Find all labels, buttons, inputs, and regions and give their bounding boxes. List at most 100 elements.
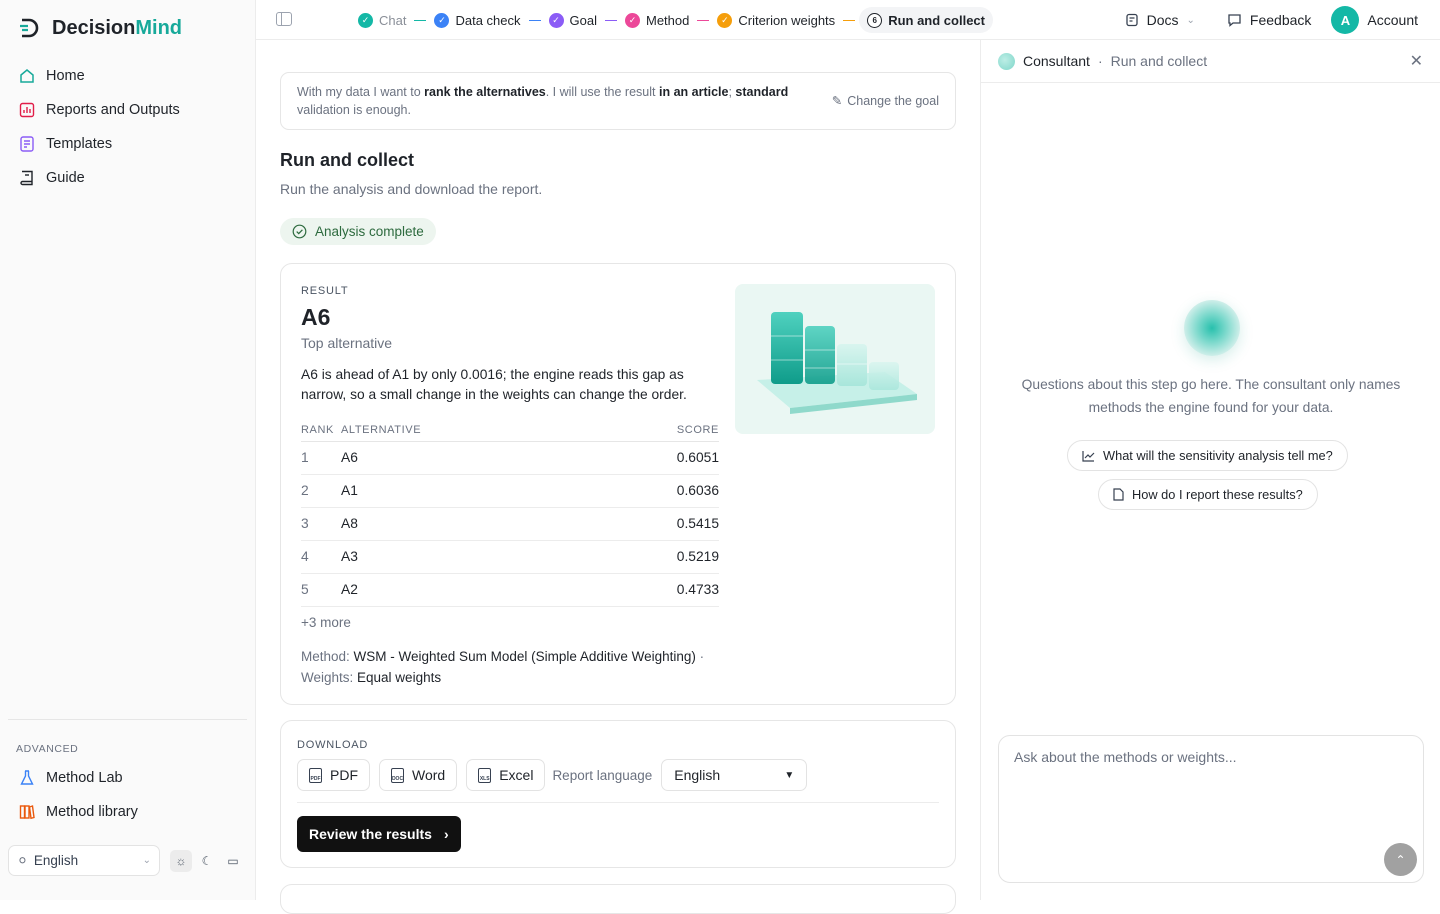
monitor-icon[interactable]: ▭ xyxy=(222,850,244,872)
nav-item-label: Method library xyxy=(46,804,138,820)
nav-item-guide[interactable]: Guide xyxy=(8,161,248,195)
suggestion-chip-report[interactable]: How do I report these results? xyxy=(1098,479,1318,510)
suggestion-chip-sensitivity[interactable]: What will the sensitivity analysis tell … xyxy=(1067,440,1348,471)
account-label: Account xyxy=(1367,12,1418,28)
brand-name: Decision xyxy=(52,16,136,39)
step-goal[interactable]: ✓ Goal xyxy=(545,7,601,33)
sun-icon[interactable]: ☼ xyxy=(170,849,192,872)
table-row: 4 A3 0.5219 xyxy=(301,540,719,574)
nav-item-method-lab[interactable]: Method Lab xyxy=(8,761,248,795)
table-header-row: RANK ALTERNATIVE SCORE xyxy=(301,419,719,442)
goal-text-part: . I will use the result xyxy=(545,85,659,99)
alternative-cell: A3 xyxy=(341,540,589,574)
nav-item-method-library[interactable]: Method library xyxy=(8,795,248,829)
score-cell: 0.6036 xyxy=(588,474,719,508)
send-button[interactable]: ⌃ xyxy=(1384,843,1417,876)
reports-icon xyxy=(19,102,35,118)
advanced-nav: Method Lab Method library xyxy=(8,761,248,829)
download-card: DOWNLOAD PDF PDF DOC Word XLS Excel Report … xyxy=(280,720,956,868)
step-label: Data check xyxy=(455,12,521,28)
more-alternatives-link[interactable]: +3 more xyxy=(301,615,351,630)
brand-logo[interactable]: DecisionMind xyxy=(18,16,182,40)
step-connector xyxy=(697,19,710,21)
goal-text-bold: standard xyxy=(735,85,789,99)
sidebar: DecisionMind Home Reports and Outputs Te… xyxy=(0,0,256,900)
step-label: Chat xyxy=(379,12,407,28)
arrow-up-icon: ⌃ xyxy=(1395,852,1406,867)
method-key: Method: xyxy=(301,649,354,664)
goal-text-part: With my data I want to xyxy=(297,85,425,99)
chevron-down-icon: ⌄ xyxy=(1186,14,1195,26)
chat-input[interactable]: Ask about the methods or weights... ⌃ xyxy=(998,735,1424,883)
step-run-and-collect[interactable]: 6 Run and collect xyxy=(859,7,993,33)
pdf-label: PDF xyxy=(330,767,358,783)
doc-file-icon: DOC xyxy=(391,767,404,783)
advanced-section-title: ADVANCED xyxy=(16,743,79,755)
step-criterion-weights[interactable]: ✓ Criterion weights xyxy=(713,7,839,33)
chart-line-icon xyxy=(1082,450,1095,462)
table-row: 2 A1 0.6036 xyxy=(301,474,719,508)
method-summary: Method: WSM - Weighted Sum Model (Simple… xyxy=(301,646,731,688)
nav-item-home[interactable]: Home xyxy=(8,59,248,93)
check-icon: ✓ xyxy=(624,12,640,28)
sidebar-toggle-icon[interactable] xyxy=(276,12,292,26)
step-label: Criterion weights xyxy=(738,12,836,28)
check-icon: ✓ xyxy=(434,12,450,28)
bar-chart-illustration xyxy=(735,284,935,434)
globe-icon: ⚪ xyxy=(17,852,28,868)
alternative-cell: A6 xyxy=(341,441,589,475)
language-select[interactable]: ⚪ English ⌄ xyxy=(8,845,160,876)
goal-text-part: validation is enough. xyxy=(297,103,411,117)
nav-item-templates[interactable]: Templates xyxy=(8,127,248,161)
sidebar-divider xyxy=(8,719,247,720)
xls-file-icon: XLS xyxy=(478,767,492,783)
step-connector xyxy=(528,19,541,21)
nav-item-reports[interactable]: Reports and Outputs xyxy=(8,93,248,127)
step-label: Method xyxy=(645,12,690,28)
download-word-button[interactable]: DOC Word xyxy=(379,759,458,791)
step-progress: ✓ Chat ✓ Data check ✓ Goal ✓ Method ✓ Cr… xyxy=(354,7,993,33)
weights-key: Weights: xyxy=(301,670,358,685)
consultant-panel: Consultant · Run and collect ✕ Questions… xyxy=(980,40,1440,900)
alternative-cell: A1 xyxy=(341,474,589,508)
check-icon: ✓ xyxy=(548,12,564,28)
panel-context: Run and collect xyxy=(1110,53,1208,69)
step-method[interactable]: ✓ Method xyxy=(621,7,693,33)
docs-icon xyxy=(1125,13,1138,27)
score-cell: 0.5415 xyxy=(588,507,719,541)
download-excel-button[interactable]: XLS Excel xyxy=(466,759,546,791)
column-header-rank: RANK xyxy=(301,419,341,442)
library-icon xyxy=(19,805,35,820)
review-label: Review the results xyxy=(309,826,432,842)
rank-cell: 1 xyxy=(301,441,341,475)
table-row: 1 A6 0.6051 xyxy=(301,441,719,475)
docs-label: Docs xyxy=(1146,12,1179,28)
result-card: RESULT A6 Top alternative A6 is ahead of… xyxy=(280,263,956,705)
account-menu[interactable]: A Account xyxy=(1321,6,1440,34)
review-results-button[interactable]: Review the results › xyxy=(297,816,461,852)
score-cell: 0.6051 xyxy=(588,441,719,475)
close-icon[interactable]: ✕ xyxy=(1410,51,1423,71)
change-goal-button[interactable]: ✎ Change the goal xyxy=(832,93,939,109)
docs-menu[interactable]: Docs ⌄ xyxy=(1115,12,1205,28)
method-value: WSM - Weighted Sum Model (Simple Additiv… xyxy=(353,649,696,664)
report-language-select[interactable]: English ▼ xyxy=(661,759,808,791)
flask-icon xyxy=(20,770,34,785)
decisionmind-logo-icon xyxy=(20,18,39,38)
panel-title: Consultant xyxy=(1023,53,1090,69)
panel-header: Consultant · Run and collect ✕ xyxy=(981,40,1440,83)
goal-text-bold: in an article xyxy=(658,85,729,99)
report-language-value: English xyxy=(674,767,721,783)
check-icon: ✓ xyxy=(358,12,373,28)
download-pdf-button[interactable]: PDF PDF xyxy=(297,759,370,791)
consultant-orb xyxy=(1184,300,1240,356)
download-title: DOWNLOAD xyxy=(297,739,369,751)
moon-icon[interactable]: ☾ xyxy=(196,850,218,872)
nav-item-label: Home xyxy=(46,68,85,84)
step-data-check[interactable]: ✓ Data check xyxy=(430,7,524,33)
column-header-alternative: ALTERNATIVE xyxy=(341,419,589,442)
step-chat[interactable]: ✓ Chat xyxy=(354,7,410,33)
status-label: Analysis complete xyxy=(315,224,424,239)
chip-label: How do I report these results? xyxy=(1132,487,1303,502)
feedback-button[interactable]: Feedback xyxy=(1217,12,1321,28)
